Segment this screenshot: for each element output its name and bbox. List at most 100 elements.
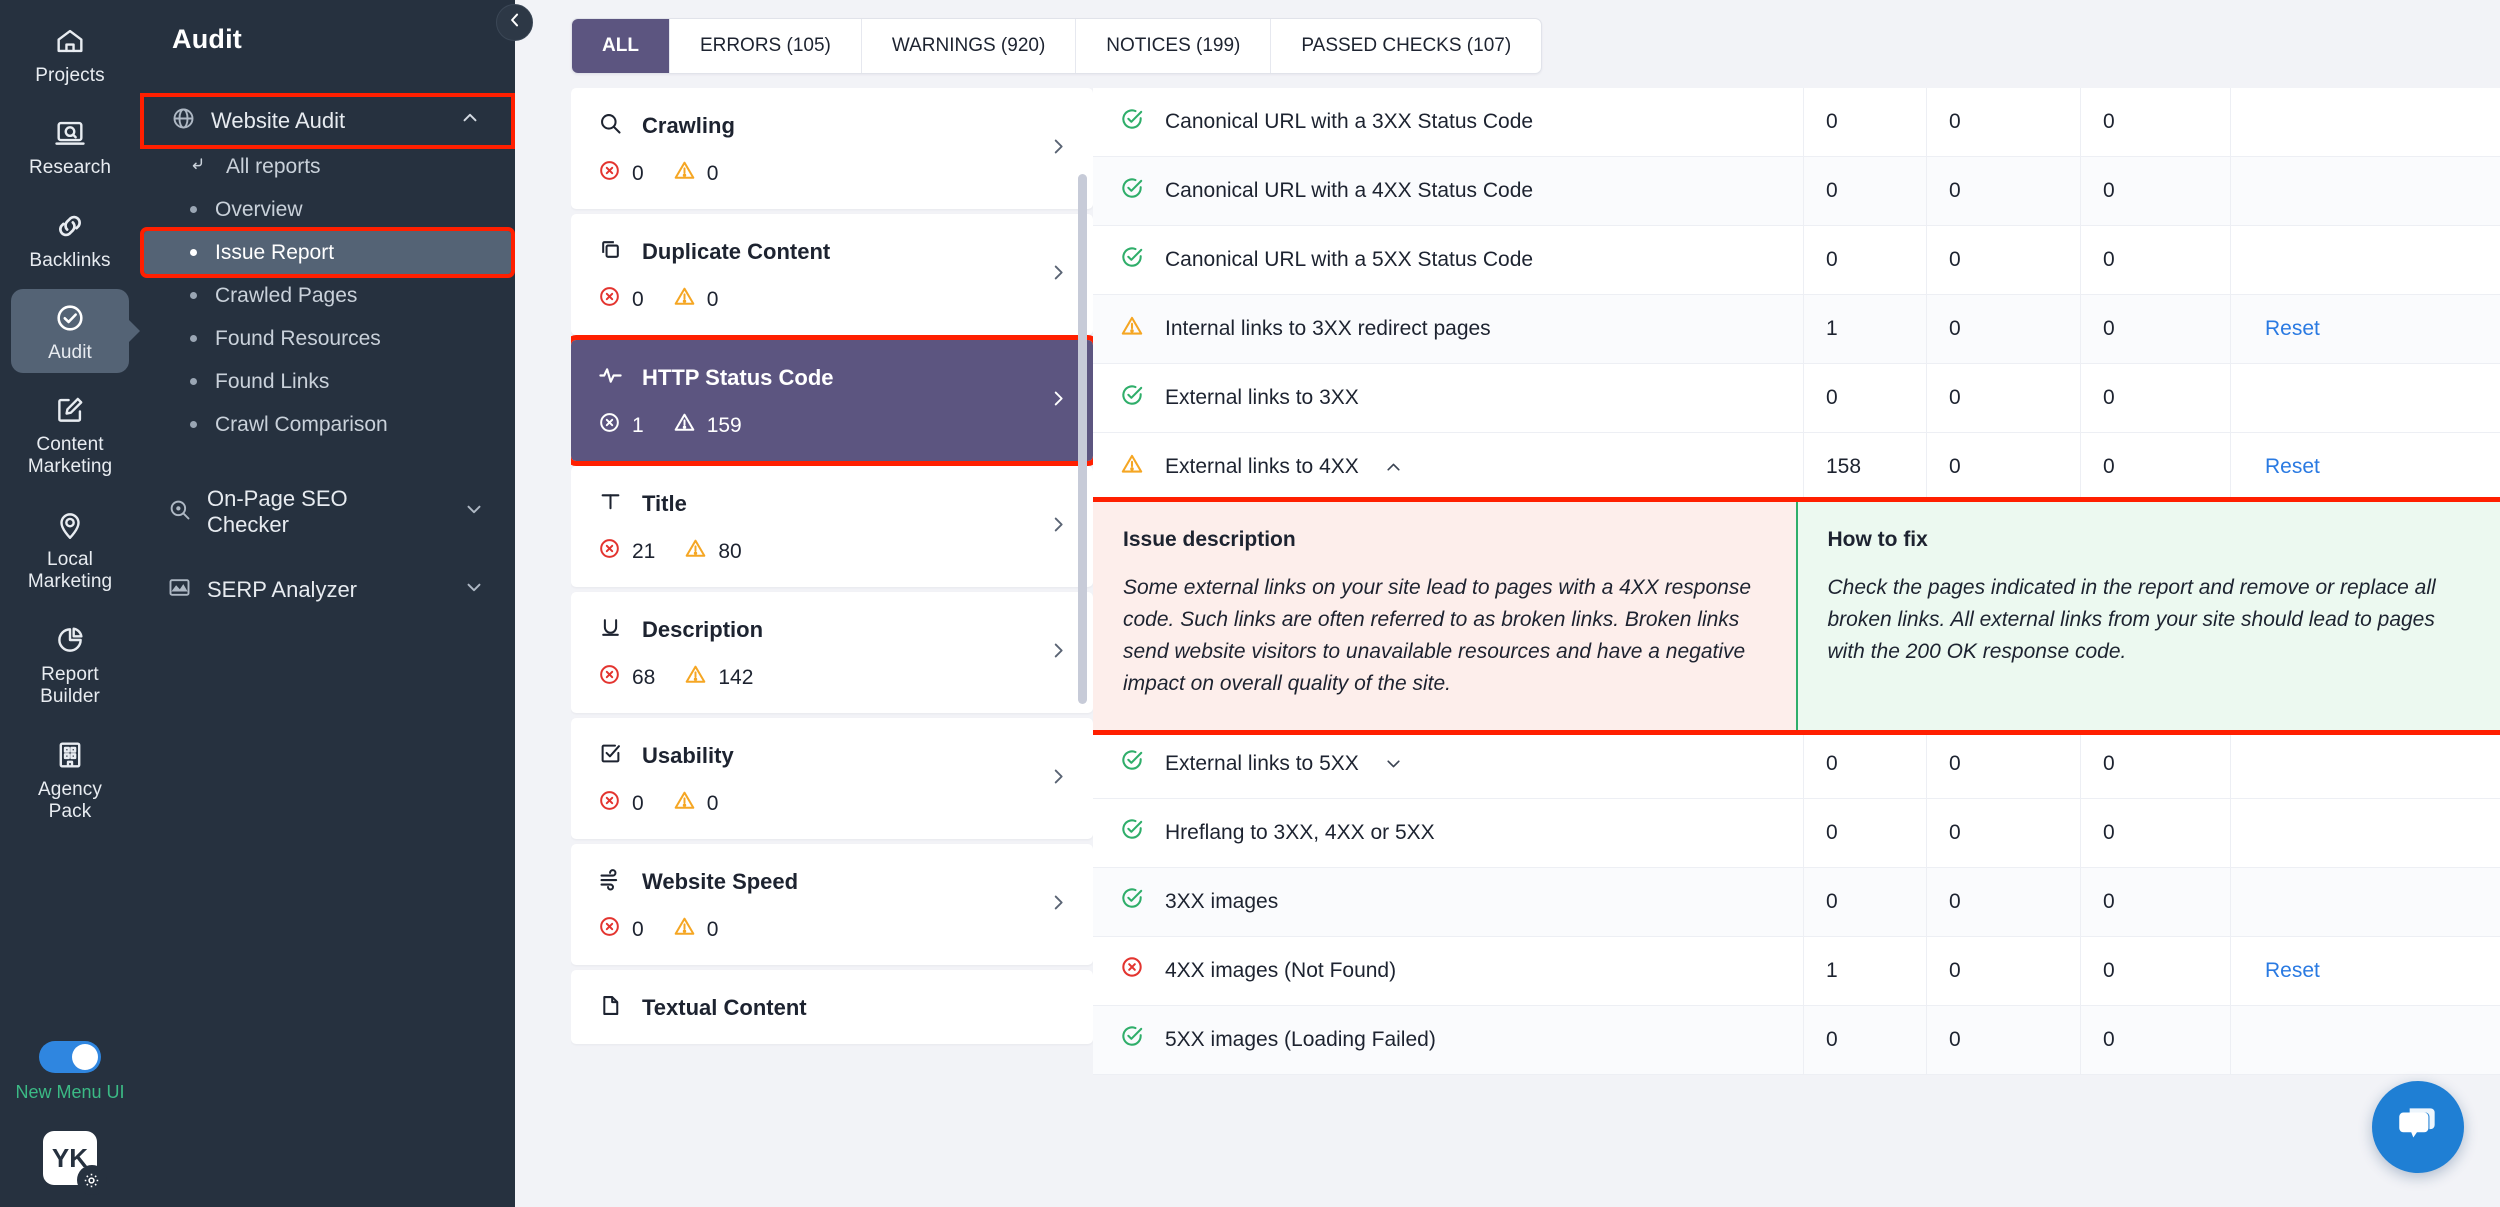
row-name-cell: Canonical URL with a 4XX Status Code: [1093, 157, 1803, 225]
row-label: 5XX images (Loading Failed): [1165, 1027, 1436, 1051]
table-row[interactable]: Canonical URL with a 4XX Status Code 0 0…: [1093, 157, 2500, 226]
rail-footer: New Menu UI YK: [15, 1041, 125, 1207]
error-stat: 0: [597, 284, 644, 315]
reset-link[interactable]: Reset: [2265, 959, 2320, 983]
category-card-description[interactable]: Description 68 142: [571, 592, 1093, 713]
category-card-duplicate-content[interactable]: Duplicate Content 0 0: [571, 214, 1093, 335]
error-count: 0: [632, 917, 644, 941]
sidebar-group-label: Website Audit: [211, 108, 346, 133]
card-stats: 0 0: [597, 788, 1067, 819]
row-name-cell: Internal links to 3XX redirect pages: [1093, 295, 1803, 363]
card-title: Usability: [642, 743, 734, 768]
chevron-up-icon[interactable]: [1383, 457, 1404, 478]
row-label: Canonical URL with a 4XX Status Code: [1165, 179, 1534, 203]
chevron-up-icon[interactable]: [459, 107, 481, 135]
passed-check-icon: [1119, 1023, 1145, 1056]
passed-check-icon: [1119, 885, 1145, 918]
tab-errors[interactable]: ERRORS (105): [668, 19, 861, 73]
gear-icon[interactable]: [76, 1165, 107, 1195]
tab-passed-checks[interactable]: PASSED CHECKS (107): [1270, 19, 1541, 73]
row-col-1: 0: [1803, 729, 1926, 798]
table-row[interactable]: External links to 3XX 0 0 0: [1093, 364, 2500, 433]
sidebar-item-all-reports[interactable]: All reports: [144, 145, 511, 188]
table-row-expanded[interactable]: External links to 4XX 158 0 0 Reset: [1093, 433, 2500, 502]
sidebar-collapse-button[interactable]: [496, 4, 533, 41]
warning-count: 0: [706, 161, 719, 185]
chevron-right-icon[interactable]: [1047, 387, 1069, 414]
chevron-right-icon[interactable]: [1047, 135, 1069, 162]
dot-icon: [190, 292, 197, 299]
table-row[interactable]: 5XX images (Loading Failed) 0 0 0: [1093, 1005, 2500, 1075]
chevron-right-icon[interactable]: [1047, 765, 1069, 792]
row-col-3: 0: [2080, 729, 2230, 798]
chevron-right-icon[interactable]: [1047, 891, 1069, 918]
row-col-2: 0: [1926, 729, 2080, 798]
rail-item-agency-pack[interactable]: Agency Pack: [11, 726, 129, 833]
rail-item-report-builder[interactable]: Report Builder: [11, 611, 129, 718]
sidebar-item-crawled-pages[interactable]: Crawled Pages: [144, 274, 511, 317]
sidebar-item-found-resources[interactable]: Found Resources: [144, 317, 511, 360]
row-col-3: 0: [2080, 433, 2230, 501]
chat-widget-button[interactable]: [2372, 1081, 2464, 1173]
warning-count: 142: [718, 665, 754, 689]
rail-item-local-marketing[interactable]: Local Marketing: [11, 496, 129, 603]
tab-all[interactable]: ALL: [572, 19, 669, 73]
table-row[interactable]: External links to 5XX 0 0 0: [1093, 729, 2500, 799]
category-card-title[interactable]: Title 21 80: [571, 466, 1093, 587]
warning-triangle-icon: [672, 914, 697, 945]
reset-link[interactable]: Reset: [2265, 455, 2320, 479]
passed-check-icon: [1119, 816, 1145, 849]
issues-table-panel: Canonical URL with a 3XX Status Code 0 0…: [1093, 88, 2500, 1207]
chevron-right-icon[interactable]: [1047, 513, 1069, 540]
rail-item-audit[interactable]: Audit: [11, 288, 129, 374]
sidebar-group-header-website-audit[interactable]: Website Audit: [140, 93, 515, 149]
sidebar-group-label: SERP Analyzer: [207, 577, 358, 602]
table-row[interactable]: Canonical URL with a 3XX Status Code 0 0…: [1093, 88, 2500, 157]
category-card-usability[interactable]: Usability 0 0: [571, 718, 1093, 839]
category-card-website-speed[interactable]: Website Speed 0 0: [571, 844, 1093, 965]
sidebar-item-issue-report[interactable]: Issue Report: [140, 227, 515, 278]
avatar[interactable]: YK: [42, 1131, 107, 1195]
row-col-3: 0: [2080, 936, 2230, 1005]
category-card-http-status-code[interactable]: HTTP Status Code 1 159: [571, 335, 1093, 466]
row-col-2: 0: [1926, 364, 2080, 432]
sidebar-item-overview[interactable]: Overview: [144, 188, 511, 231]
chevron-down-icon[interactable]: [463, 498, 485, 526]
table-row[interactable]: Canonical URL with a 5XX Status Code 0 0…: [1093, 226, 2500, 295]
passed-check-icon: [1119, 244, 1145, 277]
rail-item-projects[interactable]: Projects: [11, 12, 129, 96]
filter-tabbar: ALL ERRORS (105) WARNINGS (920) NOTICES …: [515, 0, 2500, 88]
cards-scrollbar-track[interactable]: [1078, 88, 1087, 1207]
globe-icon: [170, 105, 197, 138]
sidebar-group-on-page-seo-checker[interactable]: On-Page SEO Checker: [140, 476, 515, 548]
how-to-fix-panel: How to fix Check the pages indicated in …: [1795, 502, 2500, 730]
new-menu-ui-toggle[interactable]: [38, 1041, 101, 1073]
rail-item-backlinks[interactable]: Backlinks: [11, 197, 129, 281]
tab-notices[interactable]: NOTICES (199): [1075, 19, 1270, 73]
rail-item-research[interactable]: Research: [11, 104, 129, 188]
chevron-right-icon[interactable]: [1047, 639, 1069, 666]
document-icon: [597, 992, 624, 1024]
reset-link[interactable]: Reset: [2265, 317, 2320, 341]
sidebar-item-found-links[interactable]: Found Links: [144, 360, 511, 403]
cards-scrollbar-thumb[interactable]: [1078, 174, 1087, 704]
chevron-down-icon[interactable]: [1383, 753, 1404, 774]
issues-table: Canonical URL with a 3XX Status Code 0 0…: [1093, 88, 2500, 1075]
sidebar-item-label: All reports: [226, 154, 321, 178]
category-card-crawling[interactable]: Crawling 0 0: [571, 88, 1093, 209]
table-row[interactable]: Internal links to 3XX redirect pages 1 0…: [1093, 295, 2500, 364]
sidebar-group-serp-analyzer[interactable]: SERP Analyzer: [140, 566, 515, 614]
chat-bubble-icon: [2393, 1100, 2443, 1155]
row-action-cell: [2230, 157, 2500, 225]
sidebar-item-crawl-comparison[interactable]: Crawl Comparison: [144, 403, 511, 446]
table-row[interactable]: 3XX images 0 0 0: [1093, 867, 2500, 937]
category-card-textual-content[interactable]: Textual Content: [571, 970, 1093, 1044]
chevron-right-icon[interactable]: [1047, 261, 1069, 288]
table-row[interactable]: Hreflang to 3XX, 4XX or 5XX 0 0 0: [1093, 798, 2500, 868]
rail-item-content-marketing[interactable]: Content Marketing: [11, 381, 129, 488]
tab-warnings[interactable]: WARNINGS (920): [860, 19, 1075, 73]
issue-description-body: Some external links on your site lead to…: [1123, 576, 1752, 695]
table-row[interactable]: 4XX images (Not Found) 1 0 0 Reset: [1093, 936, 2500, 1006]
chevron-down-icon[interactable]: [463, 576, 485, 604]
error-stat: 0: [597, 158, 644, 189]
